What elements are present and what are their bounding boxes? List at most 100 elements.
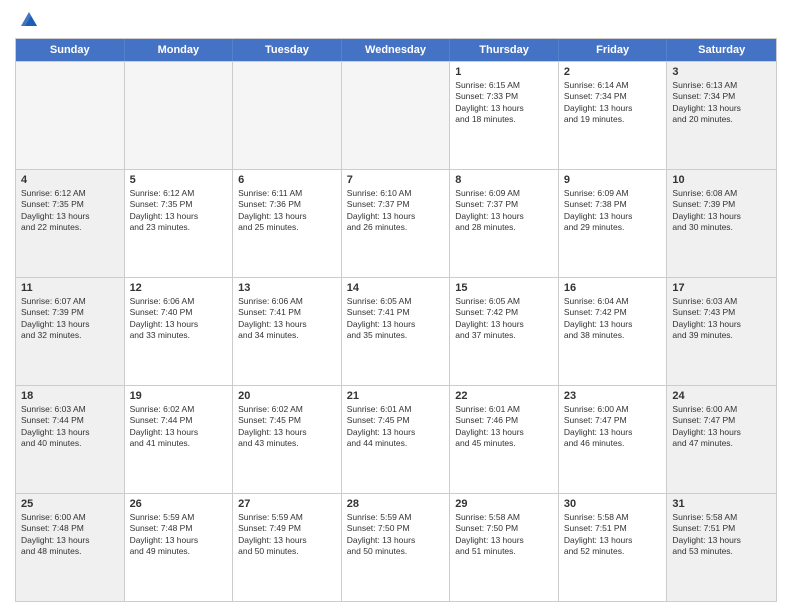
cell-info: Sunrise: 6:06 AMSunset: 7:40 PMDaylight:…: [130, 296, 228, 342]
day-number: 10: [672, 174, 771, 186]
day-number: 23: [564, 390, 662, 402]
day-number: 2: [564, 66, 662, 78]
day-cell-21: 21 Sunrise: 6:01 AMSunset: 7:45 PMDayligh…: [342, 386, 451, 493]
cell-info: Sunrise: 6:11 AMSunset: 7:36 PMDaylight:…: [238, 188, 336, 234]
day-cell-31: 31Sunrise: 5:58 AMSunset: 7:51 PMDayligh…: [667, 494, 776, 601]
calendar-row-2: 4 Sunrise: 6:12 AMSunset: 7:35 PMDaylight…: [16, 169, 776, 277]
calendar-row-5: 25 Sunrise: 6:00 AMSunset: 7:48 PMDayligh…: [16, 493, 776, 601]
day-cell-20: 20 Sunrise: 6:02 AMSunset: 7:45 PMDayligh…: [233, 386, 342, 493]
cell-info: Sunrise: 5:58 AMSunset: 7:50 PMDaylight:…: [455, 512, 553, 558]
day-cell-25: 25 Sunrise: 6:00 AMSunset: 7:48 PMDayligh…: [16, 494, 125, 601]
day-number: 3: [672, 66, 771, 78]
day-cell-7: 7Sunrise: 6:10 AMSunset: 7:37 PMDaylight…: [342, 170, 451, 277]
day-cell-11: 11 Sunrise: 6:07 AMSunset: 7:39 PMDayligh…: [16, 278, 125, 385]
day-number: 25: [21, 498, 119, 510]
empty-cell: [342, 62, 451, 169]
day-number: 15: [455, 282, 553, 294]
day-cell-6: 6 Sunrise: 6:11 AMSunset: 7:36 PMDaylight…: [233, 170, 342, 277]
cell-info: Sunrise: 5:58 AMSunset: 7:51 PMDaylight:…: [672, 512, 771, 558]
empty-cell: [16, 62, 125, 169]
day-cell-1: 1Sunrise: 6:15 AMSunset: 7:33 PMDaylight…: [450, 62, 559, 169]
weekday-header-thursday: Thursday: [450, 39, 559, 61]
day-number: 5: [130, 174, 228, 186]
calendar-body: 1Sunrise: 6:15 AMSunset: 7:33 PMDaylight…: [16, 61, 776, 601]
day-cell-5: 5 Sunrise: 6:12 AMSunset: 7:35 PMDaylight…: [125, 170, 234, 277]
cell-info: Sunrise: 6:07 AMSunset: 7:39 PMDaylight:…: [21, 296, 119, 342]
day-cell-10: 10 Sunrise: 6:08 AMSunset: 7:39 PMDayligh…: [667, 170, 776, 277]
day-number: 17: [672, 282, 771, 294]
day-number: 9: [564, 174, 662, 186]
calendar: SundayMondayTuesdayWednesdayThursdayFrid…: [15, 38, 777, 602]
weekday-header-saturday: Saturday: [667, 39, 776, 61]
cell-info: Sunrise: 6:09 AMSunset: 7:38 PMDaylight:…: [564, 188, 662, 234]
cell-info: Sunrise: 6:06 AMSunset: 7:41 PMDaylight:…: [238, 296, 336, 342]
day-cell-8: 8 Sunrise: 6:09 AMSunset: 7:37 PMDaylight…: [450, 170, 559, 277]
day-number: 16: [564, 282, 662, 294]
cell-info: Sunrise: 6:02 AMSunset: 7:45 PMDaylight:…: [238, 404, 336, 450]
day-number: 6: [238, 174, 336, 186]
day-number: 14: [347, 282, 445, 294]
cell-info: Sunrise: 5:59 AMSunset: 7:48 PMDaylight:…: [130, 512, 228, 558]
cell-info: Sunrise: 6:12 AMSunset: 7:35 PMDaylight:…: [21, 188, 119, 234]
calendar-row-1: 1Sunrise: 6:15 AMSunset: 7:33 PMDaylight…: [16, 61, 776, 169]
day-cell-22: 22 Sunrise: 6:01 AMSunset: 7:46 PMDayligh…: [450, 386, 559, 493]
cell-info: Sunrise: 6:12 AMSunset: 7:35 PMDaylight:…: [130, 188, 228, 234]
day-number: 1: [455, 66, 553, 78]
day-number: 4: [21, 174, 119, 186]
cell-info: Sunrise: 6:13 AMSunset: 7:34 PMDaylight:…: [672, 80, 771, 126]
day-cell-19: 19 Sunrise: 6:02 AMSunset: 7:44 PMDayligh…: [125, 386, 234, 493]
cell-info: Sunrise: 6:10 AMSunset: 7:37 PMDaylight:…: [347, 188, 445, 234]
day-number: 8: [455, 174, 553, 186]
day-cell-23: 23 Sunrise: 6:00 AMSunset: 7:47 PMDayligh…: [559, 386, 668, 493]
day-cell-3: 3 Sunrise: 6:13 AMSunset: 7:34 PMDaylight…: [667, 62, 776, 169]
cell-info: Sunrise: 5:59 AMSunset: 7:49 PMDaylight:…: [238, 512, 336, 558]
calendar-row-4: 18Sunrise: 6:03 AMSunset: 7:44 PMDayligh…: [16, 385, 776, 493]
day-number: 18: [21, 390, 119, 402]
calendar-header: SundayMondayTuesdayWednesdayThursdayFrid…: [16, 39, 776, 61]
day-cell-4: 4 Sunrise: 6:12 AMSunset: 7:35 PMDaylight…: [16, 170, 125, 277]
cell-info: Sunrise: 6:00 AMSunset: 7:47 PMDaylight:…: [564, 404, 662, 450]
logo-icon: [17, 8, 39, 30]
day-number: 28: [347, 498, 445, 510]
cell-info: Sunrise: 6:00 AMSunset: 7:48 PMDaylight:…: [21, 512, 119, 558]
day-cell-30: 30 Sunrise: 5:58 AMSunset: 7:51 PMDayligh…: [559, 494, 668, 601]
day-cell-27: 27 Sunrise: 5:59 AMSunset: 7:49 PMDayligh…: [233, 494, 342, 601]
day-cell-2: 2 Sunrise: 6:14 AMSunset: 7:34 PMDaylight…: [559, 62, 668, 169]
day-number: 19: [130, 390, 228, 402]
day-number: 24: [672, 390, 771, 402]
day-cell-9: 9 Sunrise: 6:09 AMSunset: 7:38 PMDaylight…: [559, 170, 668, 277]
day-number: 29: [455, 498, 553, 510]
cell-info: Sunrise: 6:03 AMSunset: 7:43 PMDaylight:…: [672, 296, 771, 342]
empty-cell: [233, 62, 342, 169]
cell-info: Sunrise: 6:01 AMSunset: 7:46 PMDaylight:…: [455, 404, 553, 450]
day-number: 26: [130, 498, 228, 510]
weekday-header-monday: Monday: [125, 39, 234, 61]
cell-info: Sunrise: 6:14 AMSunset: 7:34 PMDaylight:…: [564, 80, 662, 126]
cell-info: Sunrise: 6:04 AMSunset: 7:42 PMDaylight:…: [564, 296, 662, 342]
cell-info: Sunrise: 6:08 AMSunset: 7:39 PMDaylight:…: [672, 188, 771, 234]
day-number: 11: [21, 282, 119, 294]
day-number: 21: [347, 390, 445, 402]
day-number: 20: [238, 390, 336, 402]
empty-cell: [125, 62, 234, 169]
weekday-header-wednesday: Wednesday: [342, 39, 451, 61]
cell-info: Sunrise: 6:05 AMSunset: 7:42 PMDaylight:…: [455, 296, 553, 342]
cell-info: Sunrise: 5:58 AMSunset: 7:51 PMDaylight:…: [564, 512, 662, 558]
cell-info: Sunrise: 5:59 AMSunset: 7:50 PMDaylight:…: [347, 512, 445, 558]
day-number: 22: [455, 390, 553, 402]
calendar-row-3: 11 Sunrise: 6:07 AMSunset: 7:39 PMDayligh…: [16, 277, 776, 385]
day-cell-14: 14Sunrise: 6:05 AMSunset: 7:41 PMDayligh…: [342, 278, 451, 385]
weekday-header-tuesday: Tuesday: [233, 39, 342, 61]
day-cell-26: 26 Sunrise: 5:59 AMSunset: 7:48 PMDayligh…: [125, 494, 234, 601]
cell-info: Sunrise: 6:00 AMSunset: 7:47 PMDaylight:…: [672, 404, 771, 450]
cell-info: Sunrise: 6:09 AMSunset: 7:37 PMDaylight:…: [455, 188, 553, 234]
cell-info: Sunrise: 6:01 AMSunset: 7:45 PMDaylight:…: [347, 404, 445, 450]
cell-info: Sunrise: 6:02 AMSunset: 7:44 PMDaylight:…: [130, 404, 228, 450]
day-number: 27: [238, 498, 336, 510]
day-cell-16: 16 Sunrise: 6:04 AMSunset: 7:42 PMDayligh…: [559, 278, 668, 385]
day-number: 12: [130, 282, 228, 294]
header: [15, 10, 777, 30]
day-cell-29: 29 Sunrise: 5:58 AMSunset: 7:50 PMDayligh…: [450, 494, 559, 601]
day-cell-24: 24 Sunrise: 6:00 AMSunset: 7:47 PMDayligh…: [667, 386, 776, 493]
day-number: 30: [564, 498, 662, 510]
